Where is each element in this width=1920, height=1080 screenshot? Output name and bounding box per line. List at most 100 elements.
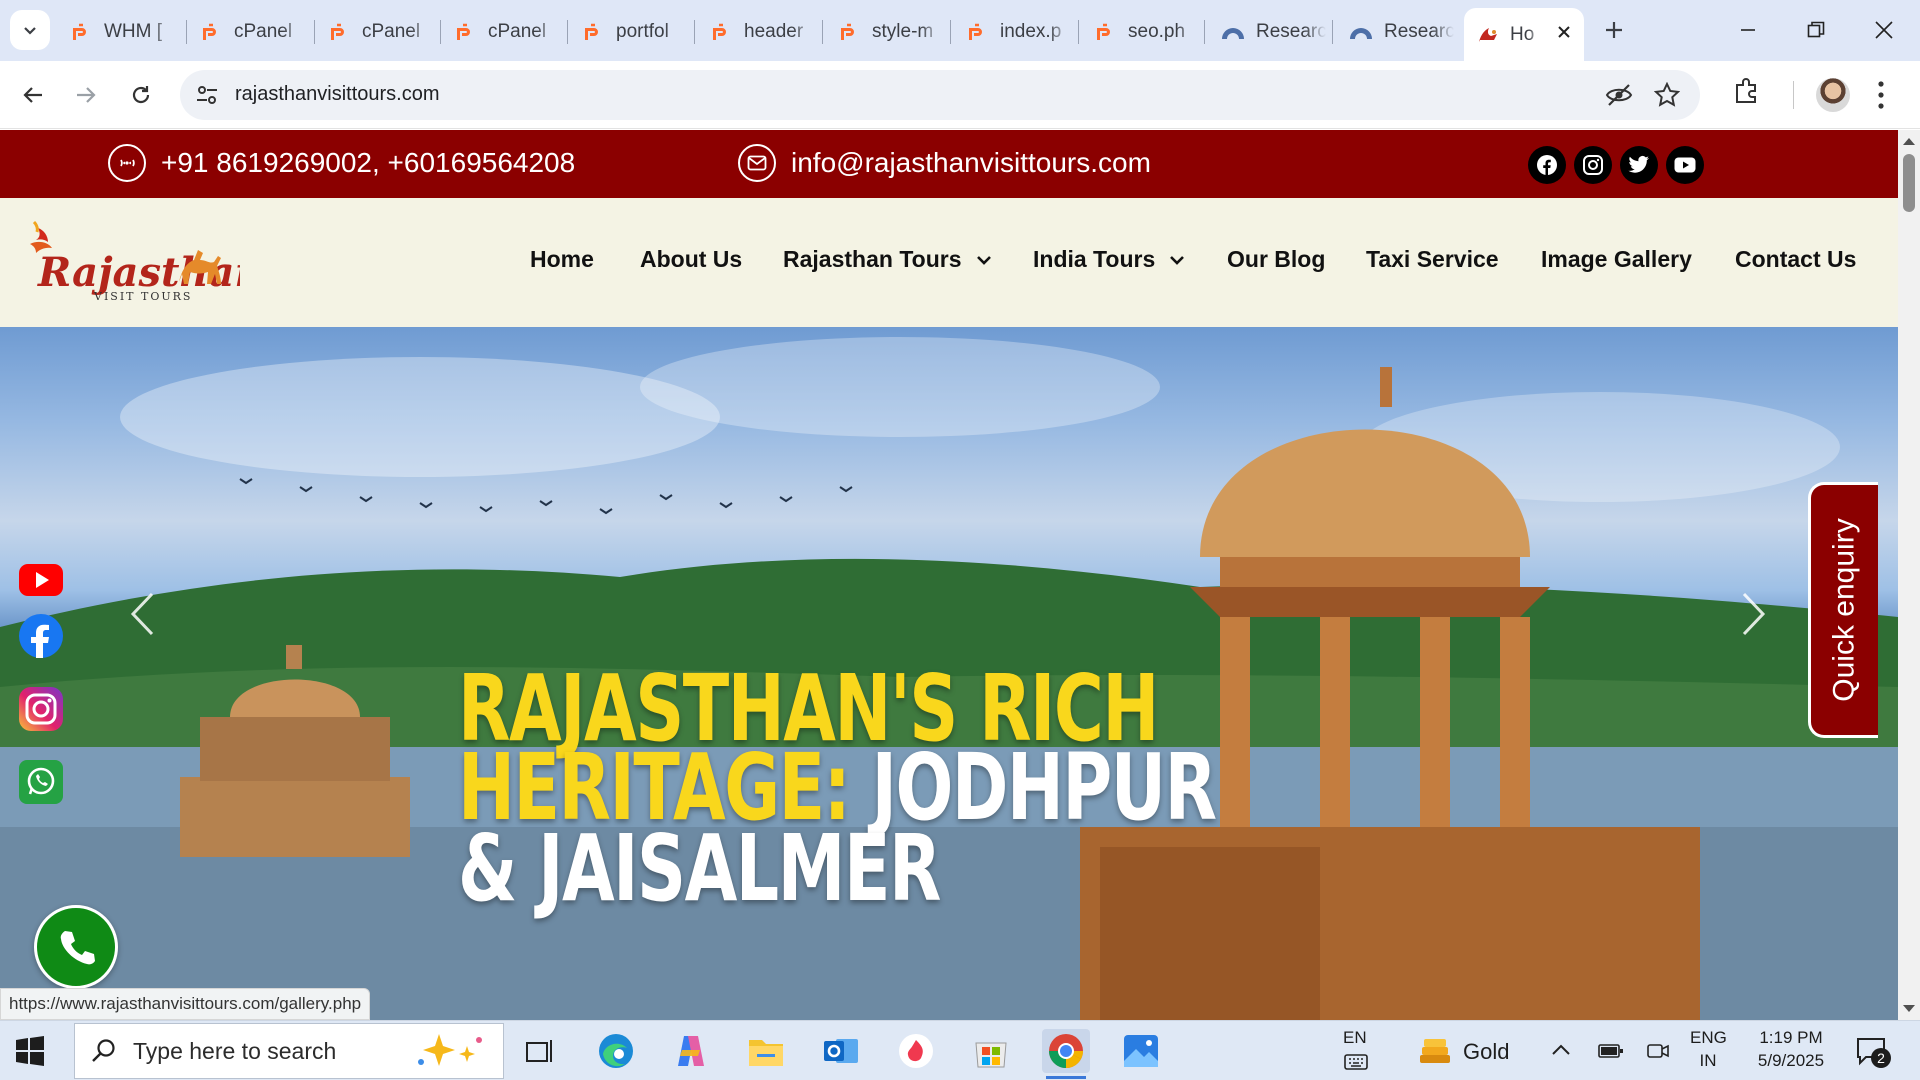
taskbar-search-placeholder: Type here to search <box>133 1037 337 1064</box>
hero-slider: RAJASTHAN'S RICH HERITAGE: JODHPUR & JAI… <box>0 327 1898 1020</box>
minimize-button[interactable] <box>1720 8 1776 52</box>
chevron-left-icon <box>130 592 154 636</box>
close-icon[interactable] <box>1556 24 1572 40</box>
keyboard-icon[interactable] <box>1344 1054 1368 1070</box>
menu-contact-us[interactable]: Contact Us <box>1735 246 1856 273</box>
browser-toolbar: rajasthanvisittours.com <box>0 61 1920 129</box>
instagram-icon[interactable] <box>1574 146 1612 184</box>
extensions-icon[interactable] <box>1732 76 1760 104</box>
camera-icon[interactable] <box>1646 1039 1670 1063</box>
clock[interactable]: 1:19 PM 5/9/2025 <box>1746 1027 1836 1073</box>
logo-tagline: VISIT TOURS <box>93 290 192 303</box>
tab-title: index.p <box>1000 20 1062 42</box>
cpanel-icon <box>203 23 216 40</box>
tab-separator <box>440 20 441 44</box>
tab-whm[interactable]: WHM [ <box>58 10 186 53</box>
notification-center-button[interactable]: 2 <box>1855 1035 1891 1074</box>
menu-label: About Us <box>640 246 743 272</box>
email-address: info@rajasthanvisittours.com <box>791 147 1151 178</box>
reload-button[interactable] <box>121 75 161 115</box>
tab-index[interactable]: index.p <box>954 10 1082 53</box>
input-language-indicator[interactable]: EN <box>1343 1027 1367 1050</box>
menu-our-blog[interactable]: Our Blog <box>1227 246 1325 273</box>
store-icon[interactable] <box>967 1029 1015 1073</box>
phone-contact[interactable]: +91 8619269002, +60169564208 <box>108 144 575 182</box>
youtube-icon[interactable] <box>18 557 64 603</box>
cpanel-icon <box>73 23 86 40</box>
taskbar-search-box[interactable]: Type here to search <box>74 1023 504 1079</box>
scroll-down-arrow-icon[interactable] <box>1902 1004 1916 1014</box>
tab-cpanel-2[interactable]: cPanel <box>316 10 444 53</box>
profile-avatar[interactable] <box>1816 78 1850 112</box>
tab-active-home[interactable]: Ho <box>1464 8 1584 61</box>
tab-cpanel-3[interactable]: cPanel <box>442 10 570 53</box>
phone-icon <box>60 931 95 965</box>
back-button[interactable] <box>13 75 53 115</box>
tab-portfolio[interactable]: portfol <box>570 10 698 53</box>
twitter-icon[interactable] <box>1620 146 1658 184</box>
cpanel-icon <box>713 23 726 40</box>
site-info-icon[interactable] <box>194 82 220 108</box>
tab-style[interactable]: style-m <box>826 10 954 53</box>
forward-button[interactable] <box>66 75 106 115</box>
tab-research-1[interactable]: Researc <box>1208 10 1336 53</box>
slider-next-button[interactable] <box>1740 589 1766 649</box>
facebook-icon[interactable] <box>1528 146 1566 184</box>
restore-button[interactable] <box>1788 8 1844 52</box>
cpanel-icon <box>1097 23 1110 40</box>
chrome-icon[interactable] <box>1042 1029 1090 1079</box>
url-text: rajasthanvisittours.com <box>235 83 440 105</box>
scroll-up-arrow-icon[interactable] <box>1902 136 1916 146</box>
scroll-thumb[interactable] <box>1903 154 1915 212</box>
call-button[interactable] <box>34 905 118 989</box>
menu-home[interactable]: Home <box>530 246 594 273</box>
quick-enquiry-button[interactable]: Quick enquiry <box>1808 482 1878 738</box>
page-viewport: +91 8619269002, +60169564208 info@rajast… <box>0 130 1898 1020</box>
tab-cpanel-1[interactable]: cPanel <box>188 10 316 53</box>
browser-tab-strip: WHM [ cPanel cPanel cPanel portfol heade… <box>0 0 1920 61</box>
menu-label: Rajasthan Tours <box>783 246 962 272</box>
battery-icon[interactable] <box>1598 1041 1624 1061</box>
tab-seo[interactable]: seo.ph <box>1082 10 1210 53</box>
tab-title: cPanel <box>488 20 547 42</box>
menu-image-gallery[interactable]: Image Gallery <box>1541 246 1692 273</box>
close-window-button[interactable] <box>1856 8 1912 52</box>
tab-research-2[interactable]: Researc <box>1336 10 1464 53</box>
menu-india-tours[interactable]: India Tours <box>1033 246 1185 273</box>
address-bar[interactable]: rajasthanvisittours.com <box>180 70 1700 120</box>
eye-off-icon[interactable] <box>1605 83 1633 107</box>
tab-header[interactable]: header <box>698 10 826 53</box>
edge-icon[interactable] <box>592 1029 640 1073</box>
copilot-icon[interactable] <box>667 1029 715 1073</box>
instagram-icon[interactable] <box>18 686 64 732</box>
menu-label: Contact Us <box>1735 246 1857 272</box>
phone-icon <box>108 144 146 182</box>
menu-rajasthan-tours[interactable]: Rajasthan Tours <box>783 246 992 273</box>
screen: WHM [ cPanel cPanel cPanel portfol heade… <box>0 0 1920 1080</box>
chevron-up-icon[interactable] <box>1551 1043 1571 1057</box>
more-menu-icon[interactable] <box>1876 79 1886 111</box>
tab-search-button[interactable] <box>10 10 50 50</box>
menu-taxi-service[interactable]: Taxi Service <box>1366 246 1499 273</box>
weather-icon[interactable] <box>1416 1035 1454 1067</box>
task-view-icon[interactable] <box>516 1029 564 1073</box>
menu-about-us[interactable]: About Us <box>640 246 742 273</box>
file-explorer-icon[interactable] <box>742 1029 790 1073</box>
app-icon[interactable] <box>892 1029 940 1073</box>
whatsapp-icon[interactable] <box>18 759 64 805</box>
outlook-icon[interactable] <box>817 1029 865 1073</box>
page-scrollbar[interactable] <box>1898 130 1920 1020</box>
facebook-icon[interactable] <box>18 613 64 659</box>
weather-label[interactable]: Gold <box>1463 1039 1509 1065</box>
youtube-icon[interactable] <box>1666 146 1704 184</box>
new-tab-button[interactable] <box>1596 12 1632 48</box>
cpanel-icon <box>969 23 982 40</box>
sparkle-icon <box>418 1034 482 1066</box>
windows-start-icon[interactable] <box>14 1035 46 1067</box>
language-code[interactable]: ENG IN <box>1690 1027 1727 1073</box>
star-icon[interactable] <box>1654 82 1680 108</box>
email-contact[interactable]: info@rajasthanvisittours.com <box>738 144 1151 182</box>
site-logo[interactable]: Rajasthan VISIT TOURS <box>20 214 264 306</box>
slider-prev-button[interactable] <box>130 589 156 649</box>
photos-icon[interactable] <box>1117 1029 1165 1073</box>
